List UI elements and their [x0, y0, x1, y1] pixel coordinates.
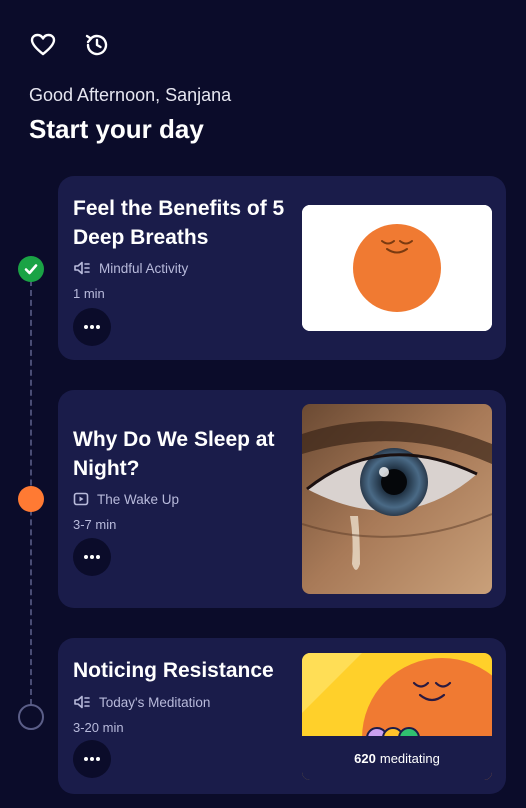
card-meta: Today's Meditation	[73, 694, 210, 710]
more-options-button[interactable]	[73, 740, 111, 778]
card-duration: 3-7 min	[73, 517, 117, 532]
heart-icon	[30, 33, 56, 56]
timeline-node-todo	[18, 704, 44, 730]
more-dots-icon	[84, 325, 100, 329]
audio-icon	[74, 261, 90, 275]
more-dots-icon	[84, 757, 100, 761]
meditating-label: meditating	[379, 750, 440, 766]
timeline-node-current	[18, 486, 44, 512]
card-title: Why Do We Sleep at Night?	[73, 428, 275, 480]
meditating-count-bar: 620 meditating	[302, 736, 492, 780]
card-category: The Wake Up	[97, 491, 180, 507]
card-category: Mindful Activity	[99, 260, 189, 276]
activity-card-sleep[interactable]: Why Do We Sleep at Night? The Wake Up 3-…	[58, 390, 506, 608]
checkmark-icon	[24, 264, 38, 275]
card-thumbnail-orange-face	[302, 205, 492, 331]
audio-icon	[74, 695, 90, 709]
more-options-button[interactable]	[73, 538, 111, 576]
favorites-button[interactable]	[28, 30, 58, 60]
meditating-count: 620	[354, 750, 376, 766]
more-dots-icon	[84, 555, 100, 559]
more-options-button[interactable]	[73, 308, 111, 346]
greeting-text: Good Afternoon, Sanjana	[29, 85, 232, 105]
timeline-node-done	[18, 256, 44, 282]
history-button[interactable]	[82, 30, 112, 60]
card-thumbnail-eye-tear	[302, 404, 492, 594]
card-meta: Mindful Activity	[73, 260, 188, 276]
history-icon	[85, 34, 108, 56]
activity-card-deep-breaths[interactable]: Feel the Benefits of 5 Deep Breaths Mind…	[58, 176, 506, 360]
card-category: Today's Meditation	[99, 694, 211, 710]
activity-card-noticing-resistance[interactable]: Noticing Resistance Today's Meditation 3…	[58, 638, 506, 794]
card-duration: 3-20 min	[73, 720, 124, 735]
video-icon	[73, 492, 89, 506]
card-title: Noticing Resistance	[73, 659, 274, 682]
page-title: Start your day	[29, 114, 204, 144]
card-meta: The Wake Up	[73, 491, 179, 507]
card-thumbnail-meditation: 620 meditating	[302, 653, 492, 780]
card-title: Feel the Benefits of 5 Deep Breaths	[73, 197, 285, 249]
card-duration: 1 min	[73, 286, 105, 301]
top-bar	[28, 30, 112, 60]
